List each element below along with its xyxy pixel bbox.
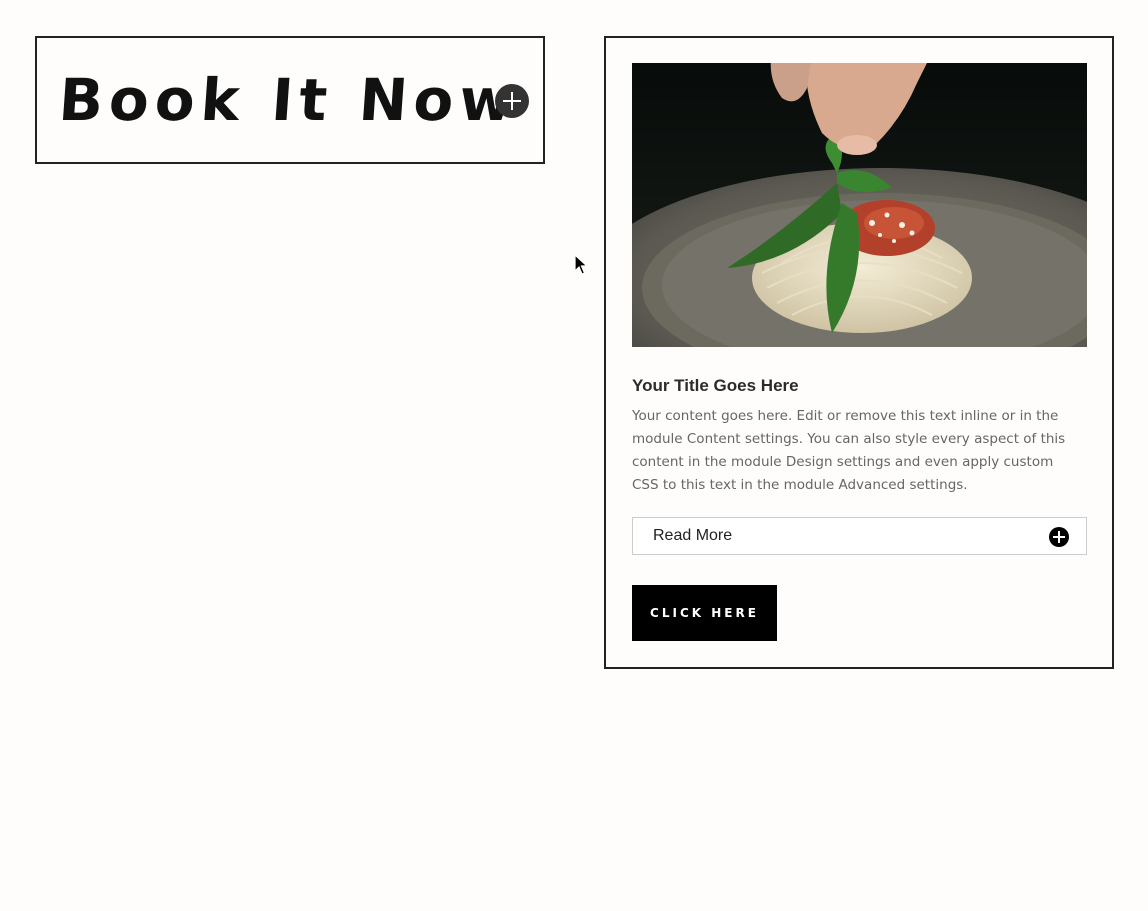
read-more-toggle[interactable]: Read More xyxy=(632,517,1087,555)
content-card: Your Title Goes Here Your content goes h… xyxy=(604,36,1114,669)
card-title: Your Title Goes Here xyxy=(632,376,799,395)
book-it-now-title: Book It Now xyxy=(56,66,522,134)
book-it-now-toggle[interactable]: Book It Now xyxy=(35,36,545,164)
mouse-cursor-icon xyxy=(574,254,588,275)
pasta-illustration xyxy=(632,63,1087,347)
card-body-text: Your content goes here. Edit or remove t… xyxy=(632,408,1066,493)
read-more-label: Read More xyxy=(653,527,733,544)
plus-circle-icon[interactable] xyxy=(495,84,529,118)
click-here-button[interactable]: CLICK HERE xyxy=(632,585,777,641)
plus-circle-icon[interactable] xyxy=(1049,527,1069,547)
pasta-image xyxy=(632,63,1087,347)
